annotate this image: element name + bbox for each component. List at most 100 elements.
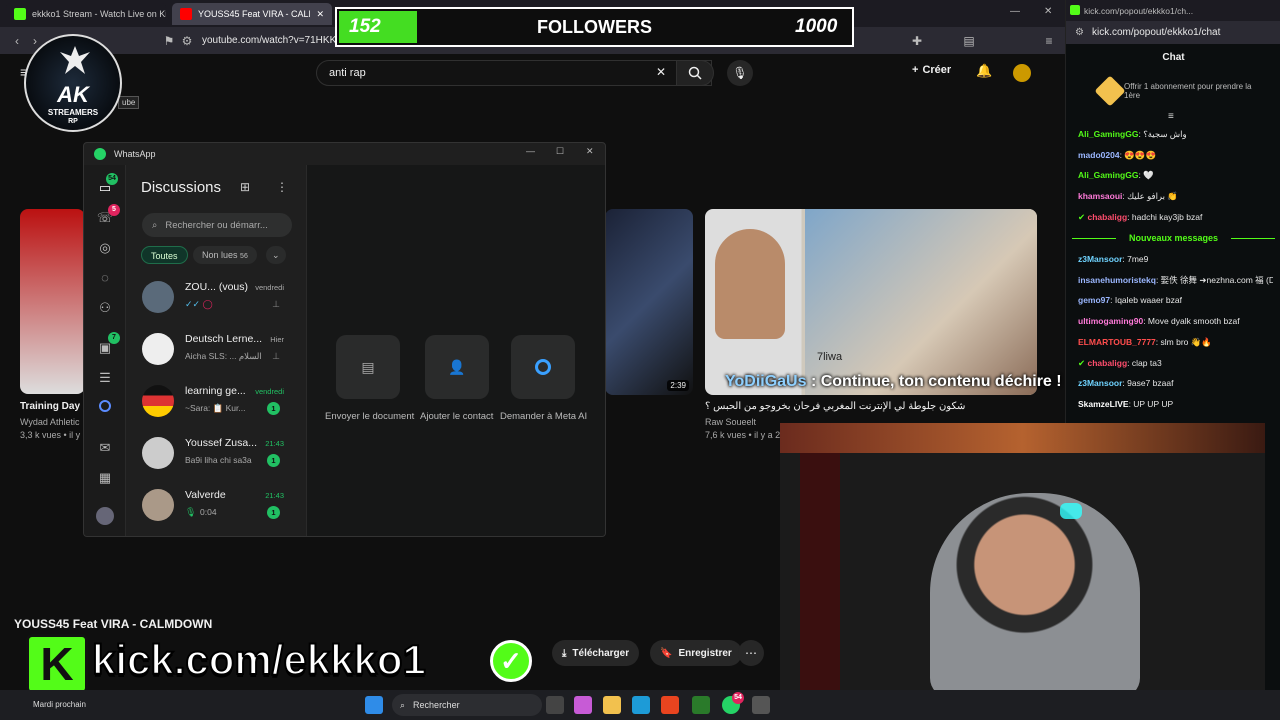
add-contact-button[interactable]: 👤 <box>425 335 489 399</box>
chat-username[interactable]: Ali_GamingGG <box>1078 170 1138 180</box>
settings-icon[interactable] <box>752 696 770 714</box>
voice-search-icon[interactable]: 🎙 <box>727 60 753 86</box>
status-icon[interactable]: ◎ <box>96 239 114 257</box>
chat-username[interactable]: chabaligg <box>1087 212 1127 222</box>
chat-row[interactable]: Valverde 21:43 🎙 0:04 1 <box>126 481 304 533</box>
pin-icon: ⊥ <box>272 299 280 309</box>
chat-row[interactable]: learning ge... vendredi ~Sara: 📋 Kur... … <box>126 377 304 429</box>
chat-row[interactable]: ZOU... (vous) vendredi ✓✓ ◯ ⊥ <box>126 273 304 325</box>
start-icon[interactable] <box>365 696 383 714</box>
extensions-icon[interactable]: ✚ <box>908 34 926 48</box>
chat-username[interactable]: chabaligg <box>1087 358 1127 368</box>
chat-username[interactable]: z3Mansoor <box>1078 254 1122 264</box>
unread-badge: 1 <box>267 454 280 467</box>
filter-all[interactable]: Toutes <box>141 246 188 264</box>
notifications-bell-icon[interactable]: 🔔 <box>976 63 992 79</box>
tab-close-icon[interactable]: ✕ <box>316 9 324 20</box>
divider-line <box>1072 238 1116 239</box>
create-button[interactable]: + Créer <box>912 64 951 76</box>
gift-sub-offer[interactable]: Offrir 1 abonnement pour prendre la 1ère <box>1124 82 1254 100</box>
edge-icon[interactable] <box>632 696 650 714</box>
send-document-button[interactable]: ▤ <box>336 335 400 399</box>
tab-youtube[interactable]: YOUSS45 Feat VIRA - CALMDOW ✕ <box>172 3 332 25</box>
meta-ai-icon[interactable] <box>96 399 114 417</box>
pin-icon: ⊥ <box>272 351 280 361</box>
logo-subtext: STREAMERS <box>47 108 99 117</box>
url-field[interactable]: youtube.com/watch?v=71HKK <box>202 35 336 46</box>
more-options-icon[interactable]: ⋯ <box>738 640 764 666</box>
video-thumbnail[interactable]: 7liwa <box>705 209 1037 395</box>
now-playing-title: YOUSS45 Feat VIRA - CALMDOWN <box>14 617 213 631</box>
chat-filter-icon[interactable]: ≡ <box>1168 111 1174 122</box>
new-chat-icon[interactable]: ⊞ <box>240 180 250 194</box>
chat-text: : hadchi kay3jb bzaf <box>1127 211 1203 222</box>
firefox-icon[interactable] <box>661 696 679 714</box>
menu-icon[interactable]: ≡ <box>1040 34 1058 48</box>
video-channel[interactable]: Raw Soueelt <box>705 417 756 427</box>
kick-favicon <box>14 8 26 20</box>
copilot-icon[interactable] <box>574 696 592 714</box>
maximize-icon[interactable]: ☐ <box>556 146 564 157</box>
chat-username[interactable]: khamsaoui <box>1078 191 1122 201</box>
search-button[interactable] <box>676 60 714 86</box>
chat-username[interactable]: insanehumoristekq <box>1078 275 1156 285</box>
chat-username[interactable]: ELMARTOUB_7777 <box>1078 337 1156 347</box>
chat-message: z3Mansoor: 7me9 <box>1078 254 1273 265</box>
chat-message: ✔ chabaligg: hadchi kay3jb bzaf <box>1078 212 1273 223</box>
video-thumbnail[interactable]: 2:39 <box>605 209 693 395</box>
more-menu-icon[interactable]: ⋮ <box>276 180 288 194</box>
chat-message: ultimogaming90: Move dyalk smooth bzaf <box>1078 316 1273 327</box>
lists-icon[interactable]: ☰ <box>96 369 114 387</box>
minimize-icon[interactable]: — <box>526 146 535 156</box>
tab-kick-stream[interactable]: ekkko1 Stream - Watch Live on Kick <box>6 3 166 25</box>
url-field[interactable]: kick.com/popout/ekkko1/chat <box>1092 27 1220 38</box>
download-button[interactable]: ⤓ Télécharger <box>552 640 640 666</box>
minimize-icon[interactable]: — <box>1010 6 1020 17</box>
close-icon[interactable]: ✕ <box>586 146 594 157</box>
ak-streamers-logo: AK STREAMERS RP <box>24 34 122 132</box>
media-icon[interactable]: ▦ <box>96 469 114 487</box>
site-settings-icon[interactable]: ⚙ <box>178 34 196 48</box>
headset-light <box>1060 503 1082 519</box>
task-view-icon[interactable] <box>546 696 564 714</box>
app-icon[interactable] <box>692 696 710 714</box>
chat-message: SkamzeLIVE: UP UP UP <box>1078 399 1273 410</box>
chat-username[interactable]: z3Mansoor <box>1078 378 1122 388</box>
video-title[interactable]: Training Day <box>20 401 80 412</box>
filter-unread[interactable]: Non lues 56 <box>193 246 257 264</box>
thumbnail-caption: 7liwa <box>817 351 843 363</box>
chat-row[interactable]: Deutsch Lerne... Hier Aicha SLS: ... الس… <box>126 325 304 377</box>
taskbar-search[interactable]: ⌕ Rechercher <box>392 694 542 716</box>
meta-ai-button[interactable] <box>511 335 575 399</box>
communities-icon[interactable]: ⚇ <box>96 299 114 317</box>
sidebar-icon[interactable]: ▤ <box>960 34 978 48</box>
video-thumbnail[interactable] <box>20 209 85 394</box>
avatar[interactable] <box>1013 64 1031 82</box>
close-window-icon[interactable]: ✕ <box>1044 6 1052 17</box>
video-title[interactable]: شكون جلوطة لي الإنترنت المغربي فرحان بخر… <box>705 401 1005 412</box>
bookmark-icon[interactable]: ⚑ <box>160 34 178 48</box>
back-icon[interactable]: ‹ <box>8 34 26 48</box>
tooltip: ube <box>118 96 140 109</box>
starred-icon[interactable]: ✉ <box>96 439 114 457</box>
whatsapp-window: WhatsApp — ☐ ✕ ▭ 54 ☏ 5 ◎ ◌ ⚇ ▣ 7 ☰ ✉ ▦ … <box>83 142 606 537</box>
site-settings-icon[interactable]: ⚙ <box>1075 27 1084 38</box>
save-button[interactable]: 🔖 Enregistrer <box>650 640 742 666</box>
channels-icon[interactable]: ◌ <box>96 269 114 287</box>
file-explorer-icon[interactable] <box>603 696 621 714</box>
chat-username[interactable]: gemo97 <box>1078 295 1110 305</box>
chat-row[interactable]: Youssef Zusa... 21:43 Ba9i liha chi sa3a… <box>126 429 304 481</box>
webcam-background-art <box>780 423 1265 453</box>
kick-url-bar: ⚙ kick.com/popout/ekkko1/chat <box>1066 21 1280 44</box>
youtube-search-input[interactable]: anti rap <box>316 60 712 86</box>
chat-username[interactable]: ultimogaming90 <box>1078 316 1143 326</box>
clear-search-icon[interactable]: ✕ <box>656 65 666 79</box>
gift-sub-icon[interactable] <box>1094 75 1126 107</box>
chat-username[interactable]: Ali_GamingGG <box>1078 129 1138 139</box>
filter-more-chevron-icon[interactable]: ⌄ <box>266 246 286 264</box>
chat-username[interactable]: SkamzeLIVE <box>1078 399 1129 409</box>
chat-username[interactable]: mado0204 <box>1078 150 1120 160</box>
search-input[interactable]: ⌕ Rechercher ou démarr... <box>142 213 292 237</box>
video-channel[interactable]: Wydad Athletic <box>20 417 79 427</box>
profile-avatar[interactable] <box>96 507 114 525</box>
